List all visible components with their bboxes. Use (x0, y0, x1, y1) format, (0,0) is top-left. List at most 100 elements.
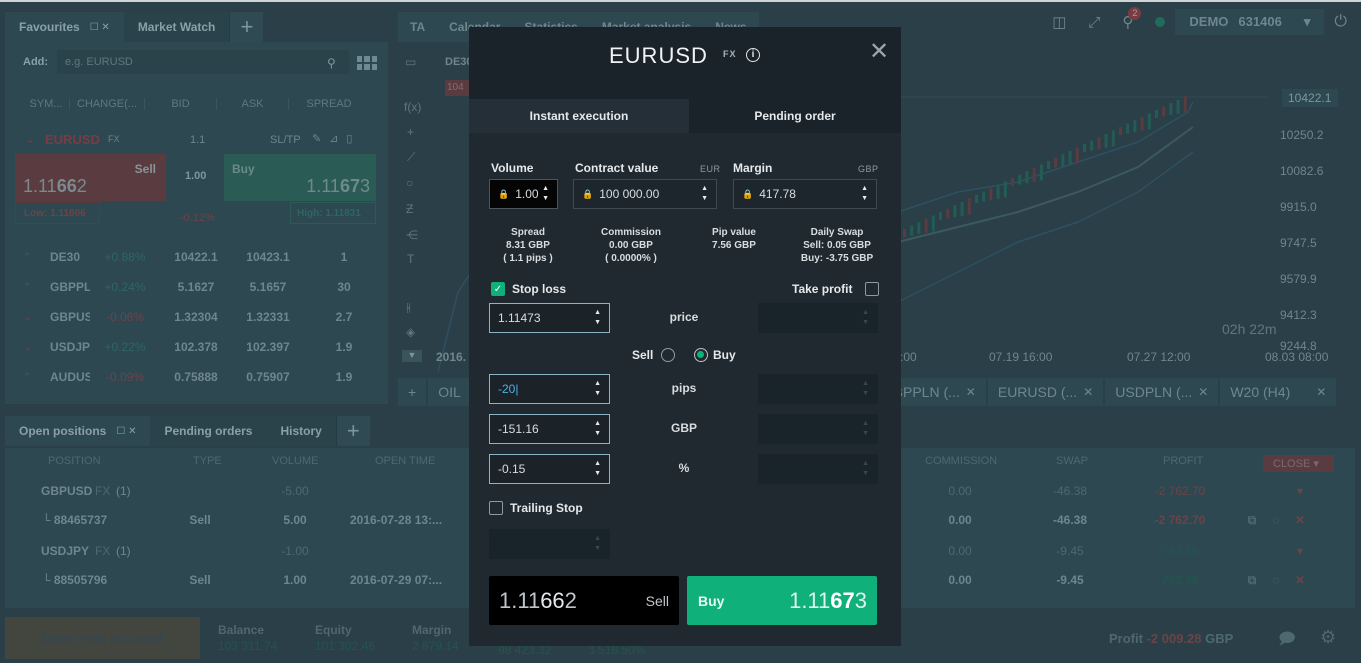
text-tool-icon[interactable]: T (407, 252, 414, 266)
sell-button[interactable]: 1.11662 Sell (489, 576, 679, 625)
tab-ta[interactable]: TA (398, 12, 438, 42)
trailing-stop-input[interactable]: ▲ ▼ (489, 529, 610, 559)
sl-percent-input[interactable]: -0.15 ▲ ▼ (489, 454, 610, 484)
circle-tool-icon[interactable]: ○ (406, 176, 413, 190)
margin-input[interactable]: 🔒 417.78 ▲ ▼ (733, 179, 877, 209)
tp-pips-input[interactable]: ▲ ▼ (758, 374, 878, 404)
col-position[interactable]: POSITION (48, 455, 101, 467)
candle (1061, 154, 1065, 167)
col-profit[interactable]: PROFIT (1163, 455, 1203, 467)
sl-gbp-input[interactable]: -151.16 ▲ ▼ (489, 414, 610, 444)
tp-percent-input[interactable]: ▲ ▼ (758, 454, 878, 484)
add-tab-button[interactable]: + (335, 416, 370, 446)
col-swap[interactable]: SWAP (1056, 455, 1088, 467)
tab-instant-execution[interactable]: Instant execution (469, 99, 689, 133)
col-bid[interactable]: BID (145, 98, 217, 110)
contract-stepper[interactable]: ▲ ▼ (701, 184, 708, 204)
sl-percent-stepper[interactable]: ▲ ▼ (594, 459, 601, 479)
candle-type-icon[interactable]: ⫳ (406, 300, 411, 315)
chart-tab[interactable]: OIL (428, 378, 471, 406)
trailing-stop-checkbox[interactable] (489, 501, 503, 515)
quick-volume[interactable]: 1.00 (185, 170, 206, 182)
close-tab-icon[interactable]: ✕ (966, 385, 976, 399)
close-tab-icon[interactable]: ✕ (1083, 385, 1093, 399)
fibonacci-tool-icon[interactable]: Ƶ (406, 202, 413, 216)
quick-sell-button[interactable]: Sell 1.11662 (15, 154, 166, 201)
account-selector[interactable]: DEMO 631406 ▾ (1175, 9, 1325, 35)
watchlist-row[interactable]: ⌄ USDJP +0.22% 102.378 102.397 1.9 (5, 332, 388, 362)
selected-symbol[interactable]: EURUSD (45, 132, 100, 147)
position-commission: 0.00 (948, 573, 972, 587)
search-icon[interactable]: ⚲ (327, 56, 336, 70)
logout-power-icon[interactable]: ⏻ (1334, 13, 1347, 31)
col-commission[interactable]: COMMISSION (925, 455, 997, 467)
watchlist-row[interactable]: ⌃ DE30 +0.88% 10422.1 10423.1 1 (5, 242, 388, 272)
contract-value-input[interactable]: 🔒 100 000.00 ▲ ▼ (573, 179, 717, 209)
close-tab-icon[interactable]: ✕ (1198, 385, 1208, 399)
add-tab-button[interactable]: + (229, 12, 264, 42)
col-ask[interactable]: ASK (217, 98, 289, 110)
lock-icon[interactable]: 🔒 (582, 189, 593, 200)
watchlist-row[interactable]: ⌄ GBPUS -0.06% 1.32304 1.32331 2.7 (5, 302, 388, 332)
maximize-close-icon[interactable]: ☐ ✕ (116, 426, 136, 437)
symbol-search-input[interactable]: e.g. EURUSD (57, 50, 349, 74)
layers-icon[interactable]: ◈ (406, 325, 415, 339)
take-profit-checkbox[interactable] (865, 282, 879, 296)
close-all-button[interactable]: CLOSE ▾ (1263, 455, 1334, 472)
volume-input[interactable]: 🔒 1.00 ▲ ▼ (489, 179, 558, 209)
sl-gbp-stepper[interactable]: ▲ ▼ (594, 419, 601, 439)
tp-gbp-input[interactable]: ▲ ▼ (758, 414, 878, 444)
tab-favourites[interactable]: Favourites ☐ ✕ (5, 12, 124, 42)
col-open-time[interactable]: OPEN TIME (375, 455, 435, 467)
side-buy-radio[interactable] (694, 348, 708, 362)
quick-buy-button[interactable]: Buy 1.11673 (224, 154, 376, 201)
lock-icon[interactable]: 🔒 (742, 189, 753, 200)
tab-pending-orders[interactable]: Pending orders (150, 416, 267, 446)
col-volume[interactable]: VOLUME (272, 455, 318, 467)
grid-view-icon[interactable] (357, 56, 377, 70)
edit-chart-delete-icons[interactable]: ✎⊿▯ (312, 132, 361, 145)
close-tab-icon[interactable]: ✕ (1316, 385, 1326, 399)
tab-pending-order[interactable]: Pending order (689, 99, 901, 133)
col-change[interactable]: CHANGE(... (70, 98, 145, 110)
pitchfork-tool-icon[interactable]: ⋲ (406, 228, 418, 242)
function-tool-icon[interactable]: f(x) (404, 100, 421, 114)
crosshair-tool-icon[interactable]: + (407, 125, 414, 139)
tab-open-positions[interactable]: Open positions ☐ ✕ (5, 416, 151, 446)
watchlist-row[interactable]: ⌃ GBPPL +0.24% 5.1627 5.1657 30 (5, 272, 388, 302)
buy-button[interactable]: Buy 1.11673 (687, 576, 877, 625)
info-icon[interactable]: i (746, 48, 760, 62)
notifications-bell-icon[interactable]: ⚲ 2 (1122, 7, 1142, 31)
sl-pips-stepper[interactable]: ▲ ▼ (594, 379, 601, 399)
side-sell-radio[interactable] (661, 348, 675, 362)
tp-price-input[interactable]: ▲ ▼ (758, 303, 878, 333)
lock-icon[interactable]: 🔒 (498, 189, 509, 200)
chart-tab[interactable]: USDPLN (... ✕ (1105, 378, 1219, 406)
watchlist-row[interactable]: ⌃ AUDUS -0.09% 0.75888 0.75907 1.9 (5, 362, 388, 392)
line-tool-icon[interactable]: ⟋ (407, 150, 415, 165)
tab-market-watch[interactable]: Market Watch (123, 12, 230, 42)
open-real-account-button[interactable]: Open real account (5, 617, 200, 659)
stop-loss-checkbox[interactable]: ✓ (491, 282, 505, 296)
chart-tab[interactable]: W20 (H4) ✕ (1220, 378, 1337, 406)
volume-stepper[interactable]: ▲ ▼ (542, 184, 549, 204)
settings-gear-icon[interactable]: ⚙ (1320, 627, 1336, 648)
sl-price-stepper[interactable]: ▲ ▼ (594, 308, 601, 328)
sl-price-input[interactable]: 1.11473 ▲ ▼ (489, 303, 610, 333)
add-chart-button[interactable]: + (398, 378, 427, 406)
fullscreen-icon[interactable]: ⤢ (1088, 14, 1100, 31)
collapse-toolbar-button[interactable]: ▼ (402, 350, 422, 362)
sl-pips-input[interactable]: -20 | ▲ ▼ (489, 374, 610, 404)
maximize-close-icon[interactable]: ☐ ✕ (90, 22, 110, 33)
chat-icon[interactable]: 🗩 (1278, 628, 1296, 655)
close-dialog-button[interactable]: ✕ (869, 37, 889, 66)
margin-stepper[interactable]: ▲ ▼ (861, 184, 868, 204)
col-spread[interactable]: SPREAD (289, 98, 369, 110)
chart-tab[interactable]: EURUSD (... ✕ (987, 378, 1104, 406)
chevron-down-icon[interactable]: ⌄ (25, 132, 35, 146)
rectangle-tool-icon[interactable]: ▭ (405, 55, 416, 69)
tab-history[interactable]: History (266, 416, 336, 446)
col-type[interactable]: TYPE (193, 455, 222, 467)
col-symbol[interactable]: SYM... (5, 98, 70, 110)
layout-icon[interactable]: ◫ (1052, 13, 1066, 31)
